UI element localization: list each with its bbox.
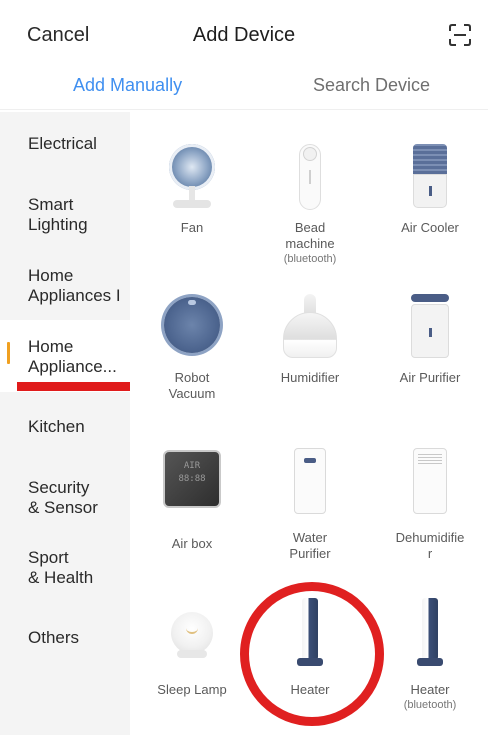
device-label: Heater <box>410 682 450 697</box>
sidebar-item-label: Home Appliance... <box>28 337 117 376</box>
dehumidifier-icon <box>395 446 465 516</box>
device-robot-vacuum[interactable]: Robot Vacuum <box>132 292 252 402</box>
device-sleep-lamp[interactable]: Sleep Lamp <box>132 598 252 698</box>
air-purifier-icon <box>395 292 465 362</box>
device-grid: Fan Bead machine (bluetooth) Air Cooler … <box>130 112 488 735</box>
sidebar-item-label: Electrical <box>28 134 97 153</box>
device-label: Dehumidifie r <box>395 530 465 561</box>
sidebar-item-security-sensor[interactable]: Security & Sensor <box>0 478 130 518</box>
header: Cancel Add Device <box>0 0 488 70</box>
robot-vacuum-icon <box>157 292 227 362</box>
device-air-purifier[interactable]: Air Purifier <box>370 292 488 386</box>
device-heater-bluetooth[interactable]: Heater (bluetooth) <box>370 598 488 713</box>
device-label: Heater <box>290 682 330 697</box>
sleep-lamp-icon <box>157 598 227 668</box>
device-label: Fan <box>180 220 204 235</box>
bead-machine-icon <box>275 142 345 212</box>
device-water-purifier[interactable]: Water Purifier <box>250 446 370 562</box>
air-box-screen-text: AIR 88:88 <box>178 461 206 484</box>
device-label: Air box <box>171 536 213 551</box>
tab-add-manually[interactable]: Add Manually <box>73 75 182 96</box>
device-humidifier[interactable]: Humidifier <box>250 292 370 386</box>
device-label: Robot Vacuum <box>168 370 216 401</box>
tab-search-device[interactable]: Search Device <box>313 75 430 96</box>
sidebar-item-label: Smart Lighting <box>28 195 88 234</box>
device-bead-machine[interactable]: Bead machine (bluetooth) <box>250 142 370 267</box>
air-box-icon: AIR 88:88 <box>157 446 227 516</box>
tab-bar: Add Manually Search Device <box>0 70 488 110</box>
sidebar-item-label: Home Appliances I <box>28 266 121 305</box>
sidebar-item-home-appliances-1[interactable]: Home Appliances I <box>0 266 130 306</box>
device-label: Air Purifier <box>399 370 461 385</box>
sidebar-item-kitchen[interactable]: Kitchen <box>0 417 130 437</box>
sidebar-item-sport-health[interactable]: Sport & Health <box>0 548 130 588</box>
air-cooler-icon <box>395 142 465 212</box>
device-label: Bead machine <box>285 220 335 251</box>
sidebar-item-label: Security & Sensor <box>28 478 98 517</box>
sidebar-item-label: Others <box>28 628 80 647</box>
device-heater[interactable]: Heater <box>250 598 370 698</box>
device-label: Air Cooler <box>401 220 459 235</box>
sidebar-item-others[interactable]: Others <box>0 628 130 648</box>
scan-icon[interactable] <box>448 24 472 46</box>
fan-icon <box>157 142 227 212</box>
category-sidebar: Electrical Smart Lighting Home Appliance… <box>0 112 130 735</box>
sidebar-item-electrical[interactable]: Electrical <box>0 134 130 154</box>
heater-bluetooth-icon <box>395 598 465 668</box>
sidebar-item-label: Sport & Health <box>28 548 94 587</box>
device-sublabel: (bluetooth) <box>283 253 337 265</box>
heater-icon <box>275 598 345 668</box>
device-label: Sleep Lamp <box>157 682 227 697</box>
active-marker <box>7 342 10 364</box>
device-air-cooler[interactable]: Air Cooler <box>370 142 488 236</box>
device-sublabel: (bluetooth) <box>403 699 457 711</box>
device-label: Water Purifier <box>289 530 331 561</box>
device-fan[interactable]: Fan <box>132 142 252 236</box>
cancel-button[interactable]: Cancel <box>27 24 89 47</box>
sidebar-item-smart-lighting[interactable]: Smart Lighting <box>0 195 130 235</box>
device-dehumidifier[interactable]: Dehumidifie r <box>370 446 488 562</box>
sidebar-item-label: Kitchen <box>28 417 85 436</box>
humidifier-icon <box>275 292 345 362</box>
water-purifier-icon <box>275 446 345 516</box>
annotation-underline <box>17 382 130 391</box>
device-label: Humidifier <box>280 370 340 385</box>
device-air-box[interactable]: AIR 88:88 Air box <box>132 446 252 552</box>
